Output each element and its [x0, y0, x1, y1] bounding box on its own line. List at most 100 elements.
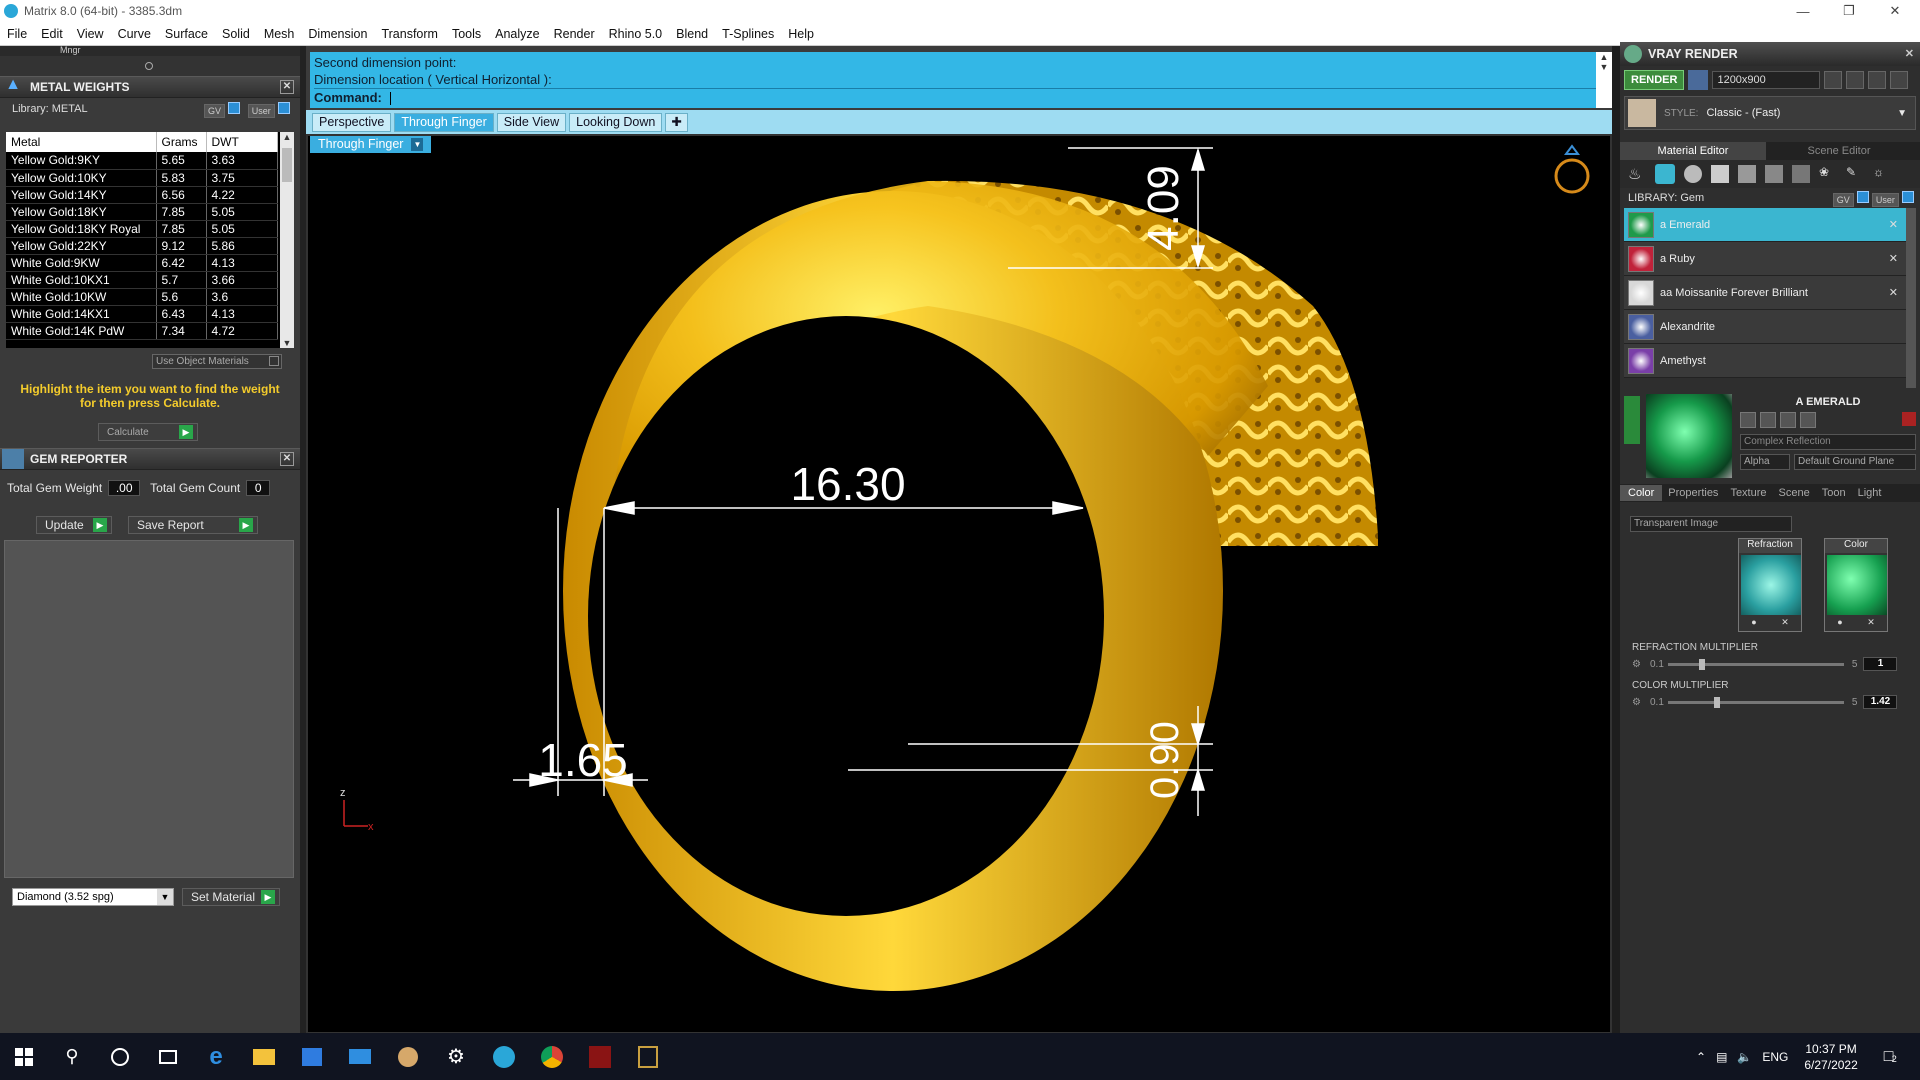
update-button[interactable]: Update ▶ [36, 516, 112, 534]
gem-list-item[interactable]: Alexandrite [1624, 310, 1916, 344]
set-material-button[interactable]: Set Material ▶ [182, 888, 280, 906]
leaf-icon[interactable]: ❀ [1819, 165, 1837, 183]
color-multiplier-slider[interactable]: ⚙ 0.1 5 1.42 [1632, 694, 1912, 710]
splitter-handle-icon[interactable] [145, 62, 153, 70]
menu-help[interactable]: Help [781, 27, 821, 41]
tab-toon[interactable]: Toon [1816, 487, 1852, 499]
menu-blend[interactable]: Blend [669, 27, 715, 41]
save-icon[interactable] [1740, 412, 1756, 428]
calculate-button[interactable]: Calculate ▶ [98, 423, 198, 441]
slider-thumb[interactable] [1698, 658, 1705, 670]
user-toggle[interactable] [1902, 191, 1914, 203]
collapse-handle[interactable] [1624, 396, 1640, 444]
tab-scene[interactable]: Scene [1773, 487, 1816, 499]
refraction-multiplier-slider[interactable]: ⚙ 0.1 5 1 [1632, 656, 1912, 672]
tab-looking-down[interactable]: Looking Down [569, 112, 663, 132]
column-header-metal[interactable]: Metal [6, 132, 157, 152]
close-icon[interactable]: ✕ [280, 80, 294, 94]
close-icon[interactable]: ✕ [1905, 47, 1914, 60]
chevron-down-icon[interactable]: ▼ [1897, 108, 1907, 119]
chevron-down-icon[interactable]: ▼ [157, 889, 173, 905]
notification-button[interactable]: □ 2 [1884, 1048, 1897, 1066]
scroll-down-icon[interactable]: ▼ [280, 338, 294, 348]
color-swatch[interactable]: Color ● ✕ [1824, 538, 1888, 632]
table-row[interactable]: Yellow Gold:10KY 5.83 3.75 [6, 169, 278, 187]
gem-list-item[interactable]: aa Moissanite Forever Brilliant ✕ [1624, 276, 1916, 310]
menu-file[interactable]: File [0, 27, 34, 41]
save-report-button[interactable]: Save Report ▶ [128, 516, 258, 534]
gem-material-select[interactable]: Diamond (3.52 spg) ▼ [12, 888, 174, 906]
gem-icon[interactable] [1655, 164, 1675, 184]
texture-icon[interactable] [1738, 165, 1756, 183]
chevron-up-icon[interactable]: ⌃ [1696, 1050, 1706, 1064]
manager-tab[interactable]: Mngr [60, 45, 81, 55]
tab-side-view[interactable]: Side View [496, 112, 567, 132]
splitter[interactable] [0, 56, 300, 76]
menu-tsplines[interactable]: T-Splines [715, 27, 781, 41]
user-button[interactable]: User [1871, 193, 1899, 207]
menu-render[interactable]: Render [547, 27, 602, 41]
gem-list-item[interactable]: a Emerald ✕ [1624, 208, 1916, 242]
gem-list-scrollbar[interactable] [1906, 208, 1916, 388]
close-icon[interactable]: ✕ [280, 452, 294, 466]
edge-app[interactable]: e [192, 1033, 240, 1080]
menu-curve[interactable]: Curve [111, 27, 158, 41]
resolution-select[interactable]: 1200x900 [1712, 71, 1821, 89]
menu-rhino[interactable]: Rhino 5.0 [602, 27, 670, 41]
user-toggle[interactable] [278, 102, 291, 114]
sphere-icon[interactable] [1684, 165, 1702, 183]
add-tab-icon[interactable]: ✚ [665, 112, 688, 132]
settings-icon[interactable] [1846, 71, 1865, 89]
slider-thumb[interactable] [1713, 696, 1720, 708]
list-icon[interactable] [1868, 71, 1887, 89]
slider-track[interactable] [1667, 696, 1844, 708]
remove-icon[interactable]: ✕ [1889, 218, 1898, 231]
close-button[interactable]: ✕ [1872, 0, 1918, 22]
menu-tools[interactable]: Tools [445, 27, 488, 41]
mail-app[interactable] [336, 1033, 384, 1080]
command-scrollbar[interactable]: ▲ ▼ [1596, 52, 1612, 108]
column-header-dwt[interactable]: DWT [206, 132, 278, 152]
menu-surface[interactable]: Surface [158, 27, 215, 41]
flame-icon[interactable]: ♨ [1628, 165, 1646, 183]
gem-list-item[interactable]: a Ruby ✕ [1624, 242, 1916, 276]
table-row[interactable]: Yellow Gold:18KY Royal 7.85 5.05 [6, 220, 278, 238]
user-button[interactable]: User [247, 104, 275, 118]
use-object-materials-button[interactable]: Use Object Materials [152, 354, 282, 369]
network-icon[interactable]: ▤ [1716, 1050, 1727, 1064]
language-indicator[interactable]: ENG [1762, 1050, 1788, 1064]
viewport-name-dropdown[interactable]: Through Finger ▼ [310, 136, 432, 153]
gv-toggle[interactable] [1856, 191, 1869, 203]
volume-icon[interactable]: 🔈 [1737, 1050, 1752, 1064]
table-row[interactable]: Yellow Gold:9KY 5.65 3.63 [6, 152, 278, 170]
camera-icon[interactable] [1688, 70, 1709, 90]
refraction-swatch[interactable]: Refraction ● ✕ [1738, 538, 1802, 632]
export-icon[interactable] [1800, 412, 1816, 428]
metal-table-scrollbar[interactable]: ▲ ▼ [280, 132, 294, 348]
scroll-up-icon[interactable]: ▲ [1596, 52, 1612, 62]
refraction-clear-icon[interactable]: ✕ [1781, 617, 1789, 628]
paste-icon[interactable] [1780, 412, 1796, 428]
menu-mesh[interactable]: Mesh [257, 27, 302, 41]
tab-material-editor[interactable]: Material Editor [1620, 142, 1766, 160]
menu-solid[interactable]: Solid [215, 27, 257, 41]
menu-edit[interactable]: Edit [34, 27, 70, 41]
command-prompt[interactable]: Command: [314, 88, 1608, 106]
table-row[interactable]: Yellow Gold:22KY 9.12 5.86 [6, 237, 278, 255]
table-row[interactable]: White Gold:10KX1 5.7 3.66 [6, 271, 278, 289]
tab-perspective[interactable]: Perspective [312, 112, 392, 132]
table-row[interactable]: White Gold:10KW 5.6 3.6 [6, 288, 278, 306]
ring-view-icon[interactable] [1554, 144, 1590, 194]
maximize-button[interactable]: ❐ [1826, 0, 1872, 22]
gv-button[interactable]: GV [204, 104, 226, 118]
pattern-icon[interactable] [1792, 165, 1810, 183]
gem-list-item[interactable]: Amethyst [1624, 344, 1916, 378]
chrome-app[interactable] [528, 1033, 576, 1080]
tab-texture[interactable]: Texture [1724, 487, 1772, 499]
color-clear-icon[interactable]: ✕ [1867, 617, 1875, 628]
reflection-select[interactable]: Complex Reflection [1740, 434, 1916, 450]
brush-icon[interactable]: ✎ [1846, 165, 1864, 183]
column-header-grams[interactable]: Grams [156, 132, 207, 152]
clock[interactable]: 10:37 PM 6/27/2022 [1804, 1041, 1857, 1073]
remove-icon[interactable]: ✕ [1889, 252, 1898, 265]
